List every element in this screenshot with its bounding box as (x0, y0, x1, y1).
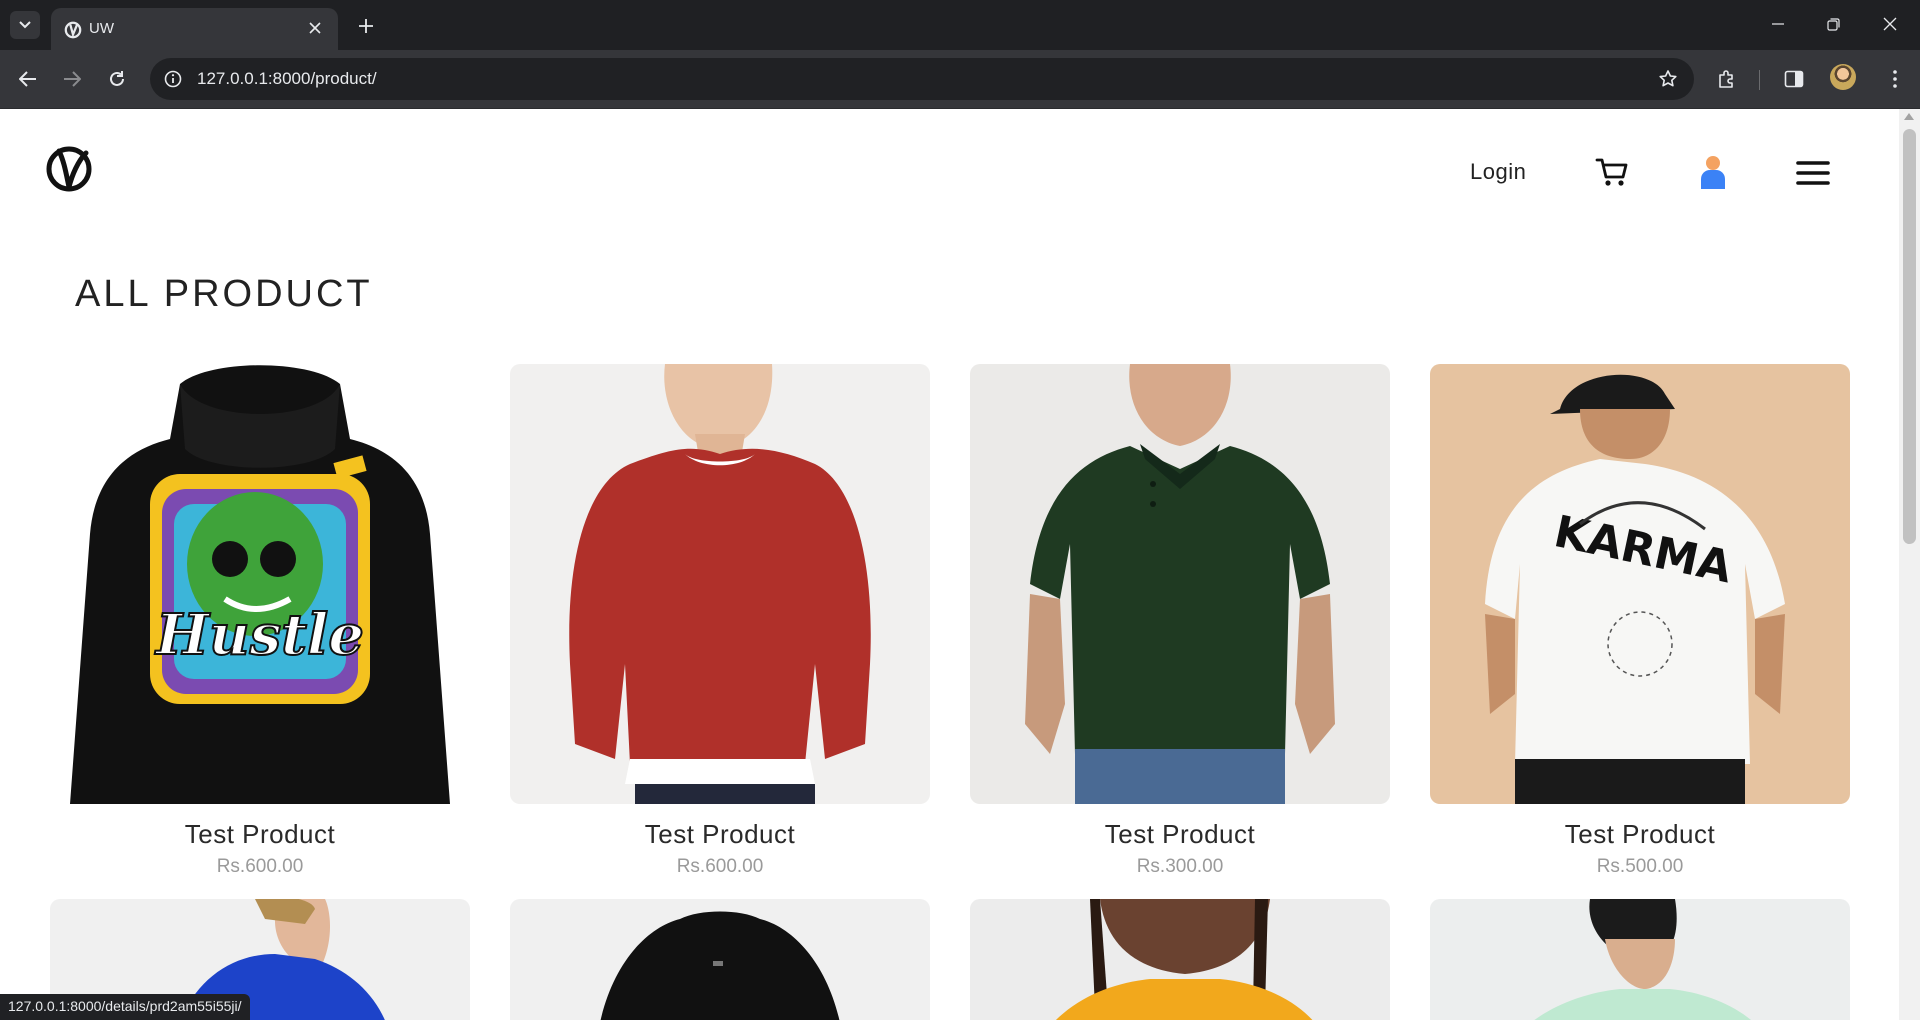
svg-text:Hustle: Hustle (154, 602, 364, 668)
product-name[interactable]: Test Product (510, 819, 930, 850)
link-status-bubble: 127.0.0.1:8000/details/prd2am55i55ji/ (0, 994, 250, 1020)
product-card[interactable] (510, 899, 930, 1020)
page-title: ALL PRODUCT (75, 273, 373, 315)
product-price: Rs.500.00 (1596, 856, 1684, 877)
browser-tab-bar: UW (0, 0, 1920, 50)
reload-icon (110, 71, 124, 86)
product-card[interactable]: Test Product Rs.300.00 (970, 364, 1390, 877)
product-image[interactable] (970, 899, 1390, 1020)
address-bar[interactable]: 127.0.0.1:8000/product/ (150, 58, 1694, 100)
site-favicon-icon (64, 21, 82, 39)
restore-window-button[interactable] (1813, 10, 1853, 38)
forward-button[interactable] (57, 64, 87, 94)
login-link[interactable]: Login (1470, 159, 1526, 185)
tab-search-button[interactable] (10, 11, 40, 39)
site-logo[interactable] (44, 143, 94, 193)
reload-button[interactable] (102, 64, 132, 94)
profile-avatar[interactable] (1830, 64, 1856, 90)
browser-toolbar: 127.0.0.1:8000/product/ (0, 50, 1920, 109)
product-card[interactable]: KARMA Test Product Rs.500.00 (1430, 364, 1850, 877)
chevron-down-icon (19, 21, 31, 29)
product-price: Rs.300.00 (1136, 856, 1224, 877)
site-header: Login (0, 109, 1899, 219)
site-info-icon[interactable] (162, 68, 184, 90)
cart-icon[interactable] (1595, 155, 1629, 189)
scrollbar-thumb[interactable] (1903, 129, 1916, 544)
product-card[interactable]: Test Product Rs.600.00 (510, 364, 930, 877)
close-window-button[interactable] (1870, 10, 1910, 38)
product-name[interactable]: Test Product (50, 819, 470, 850)
product-image[interactable] (970, 364, 1390, 804)
back-button[interactable] (13, 64, 43, 94)
hamburger-menu-icon[interactable] (1796, 160, 1830, 186)
product-card[interactable] (1430, 899, 1850, 1020)
extensions-icon[interactable] (1712, 64, 1742, 94)
restore-icon (1826, 17, 1840, 31)
product-image[interactable] (510, 899, 930, 1020)
close-tab-icon[interactable] (304, 17, 326, 39)
bookmark-star-icon[interactable] (1656, 67, 1680, 91)
tab-title: UW (89, 20, 114, 37)
product-image[interactable] (510, 364, 930, 804)
plus-icon (359, 19, 373, 33)
product-card[interactable] (970, 899, 1390, 1020)
page-viewport: Login ALL PRODUCT Hustle Test Product Rs… (0, 109, 1899, 1020)
minimize-icon (1772, 23, 1784, 25)
product-image[interactable] (1430, 899, 1850, 1020)
new-tab-button[interactable] (352, 12, 380, 40)
close-icon (1883, 17, 1897, 31)
page-scrollbar[interactable] (1899, 109, 1920, 1020)
product-image[interactable]: Hustle (50, 364, 470, 804)
more-menu-icon[interactable] (1880, 64, 1910, 94)
user-account-icon[interactable] (1698, 155, 1728, 189)
product-price: Rs.600.00 (676, 856, 764, 877)
scroll-up-arrow-icon[interactable] (1904, 113, 1914, 120)
product-price: Rs.600.00 (216, 856, 304, 877)
address-url[interactable]: 127.0.0.1:8000/product/ (197, 69, 377, 89)
product-name[interactable]: Test Product (1430, 819, 1850, 850)
side-panel-icon[interactable] (1779, 64, 1809, 94)
browser-tab[interactable]: UW (51, 8, 338, 50)
arrow-right-icon (64, 71, 81, 87)
product-card[interactable]: Hustle Test Product Rs.600.00 (50, 364, 470, 877)
arrow-left-icon (19, 71, 36, 87)
toolbar-divider (1759, 70, 1760, 90)
product-name[interactable]: Test Product (970, 819, 1390, 850)
product-image[interactable]: KARMA (1430, 364, 1850, 804)
minimize-window-button[interactable] (1758, 10, 1798, 38)
